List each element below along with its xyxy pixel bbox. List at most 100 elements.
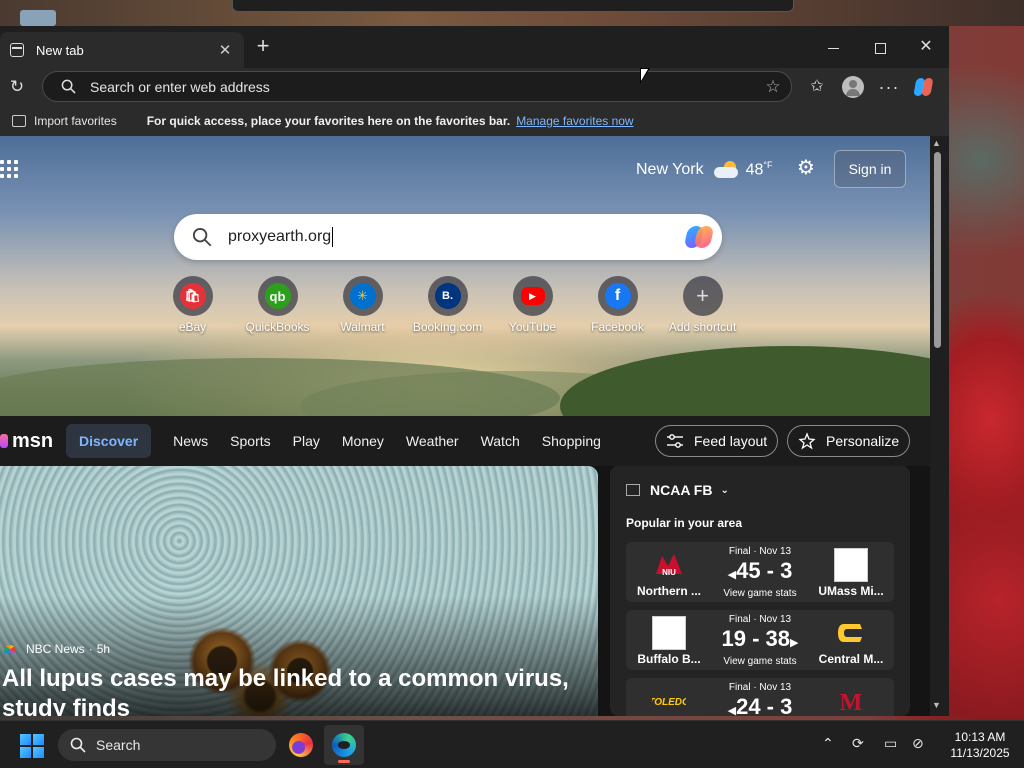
sports-scores-card: NCAA FB ⌄ Popular in your area NIU Final… <box>610 466 910 716</box>
maximize-icon <box>874 42 886 54</box>
background-window <box>232 0 794 12</box>
app-launcher-icon[interactable] <box>0 160 18 178</box>
minimize-button[interactable] <box>810 32 856 62</box>
edge-icon <box>332 733 356 757</box>
scroll-down-arrow-icon[interactable]: ▼ <box>932 700 941 710</box>
network-offline-icon[interactable]: ⊘ <box>912 735 924 752</box>
import-favorites-label: Import favorites <box>34 114 117 128</box>
manage-favorites-link[interactable]: Manage favorites now <box>516 114 633 128</box>
desktop-icon[interactable] <box>20 10 56 26</box>
story-headline[interactable]: All lupus cases may be linked to a commo… <box>2 664 592 716</box>
nav-weather[interactable]: Weather <box>406 433 459 449</box>
address-placeholder: Search or enter web address <box>90 78 270 95</box>
firefox-icon <box>289 733 313 757</box>
more-options-button[interactable]: ··· <box>877 75 901 99</box>
facebook-icon: f <box>604 283 631 309</box>
copilot-search-icon[interactable] <box>683 222 715 252</box>
msn-logo[interactable]: msn <box>0 430 60 453</box>
shortcut-youtube[interactable]: ▶ YouTube <box>490 276 575 334</box>
address-bar[interactable]: Search or enter web address ☆ <box>42 71 792 102</box>
shortcut-walmart[interactable]: ✳ Walmart <box>320 276 405 334</box>
northern-illinois-logo-icon: NIU <box>652 548 686 582</box>
favorites-button[interactable]: ✩ <box>805 75 829 99</box>
shortcut-label: Add shortcut <box>668 320 737 334</box>
shortcut-label: YouTube <box>508 320 557 334</box>
windows-taskbar: Search ⌃ ⟳ ▭ ⊘ 10:13 AM 11/13/2025 <box>0 720 1024 768</box>
nav-sports[interactable]: Sports <box>230 433 270 449</box>
mouse-cursor-icon <box>640 68 650 84</box>
taskbar-clock[interactable]: 10:13 AM 11/13/2025 <box>940 729 1020 761</box>
start-button[interactable] <box>20 734 44 758</box>
miami-ohio-logo-icon: M <box>834 684 868 716</box>
weather-city: New York <box>636 160 704 178</box>
maximize-button[interactable] <box>857 32 903 62</box>
close-window-button[interactable]: ✕ <box>903 32 949 62</box>
shortcut-label: Booking.com <box>412 320 483 334</box>
sign-in-button[interactable]: Sign in <box>834 150 906 188</box>
nav-watch[interactable]: Watch <box>481 433 520 449</box>
nav-news[interactable]: News <box>173 433 208 449</box>
profile-avatar-icon <box>842 75 864 98</box>
taskbar-edge[interactable] <box>324 725 364 765</box>
view-game-stats-link[interactable]: View game stats <box>710 656 810 667</box>
view-game-stats-link[interactable]: View game stats <box>710 588 810 599</box>
scrollbar-thumb[interactable] <box>934 152 941 348</box>
search-input: proxyearth.org <box>228 227 334 247</box>
web-search-box[interactable]: proxyearth.org <box>174 214 722 260</box>
shortcut-quickbooks[interactable]: qb QuickBooks <box>235 276 320 334</box>
tab-page-icon <box>10 43 24 57</box>
tab-close-icon[interactable]: ✕ <box>216 41 234 59</box>
away-team: Central M... <box>818 652 884 666</box>
score: ◀45 - 3 <box>727 558 793 583</box>
favorites-bar: Import favorites For quick access, place… <box>0 106 949 136</box>
import-favorites-button[interactable]: Import favorites <box>12 114 117 128</box>
search-icon <box>70 737 86 753</box>
shortcut-booking[interactable]: B. Booking.com <box>405 276 490 334</box>
feed-layout-button[interactable]: Feed layout <box>655 425 779 457</box>
msn-nav-bar: msn Discover News Sports Play Money Weat… <box>0 416 930 466</box>
shortcut-facebook[interactable]: f Facebook <box>575 276 660 334</box>
search-icon <box>192 227 212 247</box>
shortcut-label: QuickBooks <box>245 320 310 334</box>
copilot-button[interactable] <box>914 75 938 99</box>
nav-money[interactable]: Money <box>342 433 384 449</box>
new-tab-page: New York 48°F ⚙ Sign in proxyearth.org 🛍… <box>0 136 930 716</box>
refresh-button[interactable]: ↻ <box>6 76 28 98</box>
game-card[interactable]: TOLEDO Final · Nov 13 ◀24 - 3 M <box>626 678 894 716</box>
league-selector[interactable]: NCAA FB ⌄ <box>626 482 729 498</box>
tray-chevron-up-icon[interactable]: ⌃ <box>822 735 834 752</box>
page-scrollbar[interactable]: ▲ ▼ <box>930 136 949 716</box>
nav-shopping[interactable]: Shopping <box>542 433 601 449</box>
background-window-strip <box>0 0 1024 26</box>
nav-play[interactable]: Play <box>293 433 320 449</box>
copilot-icon <box>914 78 933 96</box>
weather-widget[interactable]: New York 48°F <box>636 160 773 179</box>
display-icon[interactable]: ▭ <box>884 735 897 752</box>
chevron-down-icon: ⌄ <box>720 484 729 496</box>
sync-icon[interactable]: ⟳ <box>852 735 864 752</box>
settings-gear-icon[interactable]: ⚙ <box>794 156 818 180</box>
new-tab-button[interactable]: + <box>252 34 274 58</box>
add-favorite-star-icon[interactable]: ☆ <box>763 77 783 97</box>
away-team: UMass Mi... <box>818 584 884 598</box>
weather-temp: 48°F <box>745 160 773 179</box>
tab-new-tab[interactable]: New tab ✕ <box>0 32 244 68</box>
sliders-icon <box>667 434 683 448</box>
shortcut-ebay[interactable]: 🛍 eBay <box>150 276 235 334</box>
taskbar-search[interactable]: Search <box>58 729 276 761</box>
league-icon <box>626 484 640 496</box>
game-card[interactable]: Final · Nov 13 19 - 38▶ View game stats … <box>626 610 894 670</box>
msn-butterfly-icon <box>0 434 8 448</box>
nav-discover[interactable]: Discover <box>66 424 152 458</box>
shortcut-label: Facebook <box>591 320 644 334</box>
profile-button[interactable] <box>841 75 865 99</box>
add-shortcut-button[interactable]: + Add shortcut <box>660 276 745 334</box>
game-card[interactable]: NIU Final · Nov 13 ◀45 - 3 View game sta… <box>626 542 894 602</box>
personalize-button[interactable]: Personalize <box>787 425 911 457</box>
taskbar-firefox[interactable] <box>281 725 321 765</box>
scroll-up-arrow-icon[interactable]: ▲ <box>932 138 941 148</box>
hero-background: New York 48°F ⚙ Sign in proxyearth.org 🛍… <box>0 136 930 466</box>
quickbooks-icon: qb <box>264 283 291 309</box>
partly-cloudy-icon <box>713 160 740 179</box>
top-story-card[interactable]: NBC News · 5h All lupus cases may be lin… <box>0 466 598 716</box>
